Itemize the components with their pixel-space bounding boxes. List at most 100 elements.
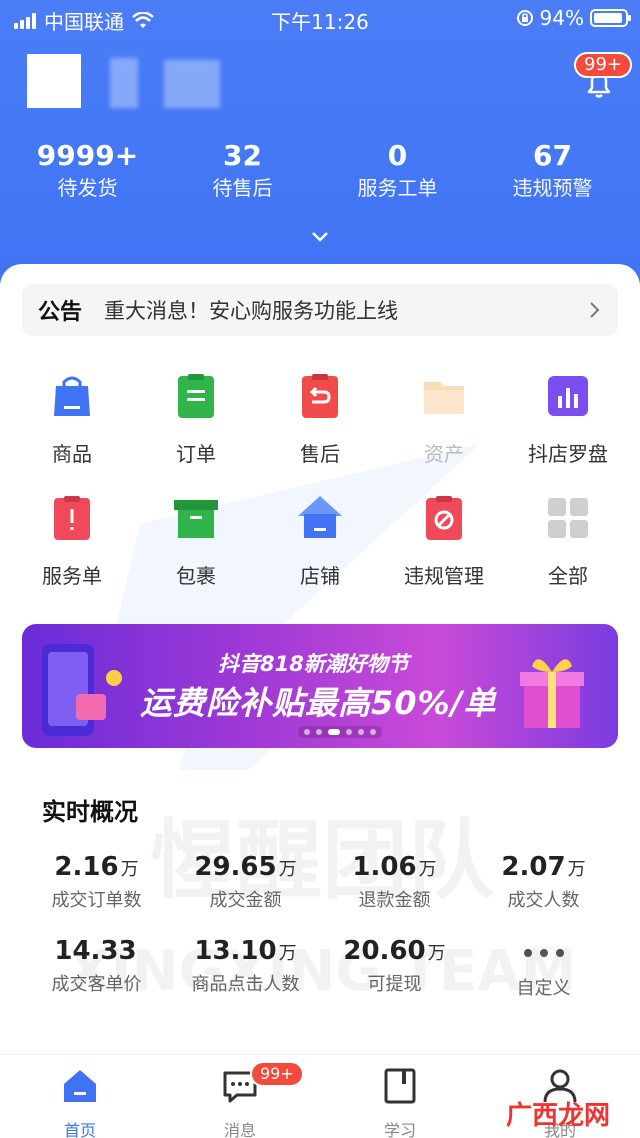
announcement-text: 重大消息！安心购服务功能上线 [104, 299, 399, 323]
metric-label: 自定义 [516, 978, 571, 999]
grid-item-service-orders[interactable]: 服务单 [10, 494, 134, 589]
chevron-down-icon[interactable] [310, 226, 330, 246]
grid-label: 商品 [52, 442, 92, 466]
metric-avg-order[interactable]: 14.33 成交客单价 [22, 936, 171, 996]
grid-label: 全部 [548, 564, 588, 588]
metric-value: 20.60 [343, 936, 426, 966]
grid-label: 违规管理 [404, 564, 484, 588]
battery-icon [590, 9, 631, 27]
metric-unit: 万 [278, 859, 297, 880]
tab-learn[interactable]: 学习 [320, 1055, 480, 1138]
metric-label: 退款金额 [358, 890, 431, 911]
grid-item-goods[interactable]: 商品 [10, 372, 134, 467]
metric-gmv[interactable]: 29.65 万 成交金额 [171, 852, 320, 912]
box-icon [174, 500, 218, 538]
status-bar: 中国联通 下午11:26 94% [0, 0, 640, 36]
grid-item-aftersale[interactable]: 售后 [258, 372, 382, 467]
tab-label: 学习 [383, 1121, 416, 1138]
clipboard-icon [178, 374, 214, 418]
store-icon [298, 496, 342, 538]
metric-withdrawable[interactable]: 20.60 万 可提现 [320, 936, 469, 996]
grid-item-violations[interactable]: 违规管理 [382, 494, 506, 589]
stat-value: 0 [387, 139, 408, 172]
metric-buyers[interactable]: 2.07 万 成交人数 [469, 852, 618, 912]
bottom-tab-bar: 首页 消息 99+ 学习 我的 广西龙网 [0, 1054, 640, 1138]
grid-label: 订单 [176, 442, 216, 466]
metric-label: 成交金额 [209, 890, 282, 911]
book-icon [384, 1068, 416, 1104]
tab-label: 首页 [63, 1121, 96, 1138]
metric-unit: 万 [418, 859, 437, 880]
grid-label: 售后 [300, 442, 340, 466]
site-watermark: 广西龙网 [505, 1101, 610, 1131]
metric-label: 成交客单价 [51, 974, 142, 995]
metric-label: 可提现 [367, 974, 422, 995]
stat-value: 32 [223, 139, 262, 172]
message-badge: 99+ [250, 1061, 304, 1087]
metric-label: 成交人数 [507, 890, 580, 911]
carousel-dots [298, 726, 382, 738]
stat-label: 待发货 [57, 176, 118, 200]
metric-unit: 万 [567, 859, 586, 880]
grid-label: 资产 [424, 442, 464, 466]
metric-value: 13.10 [194, 936, 277, 966]
stat-violation-warning[interactable]: 67 违规预警 [475, 138, 630, 202]
main-panel: 公告 重大消息！安心购服务功能上线 商品 订单 售后 资产 抖店罗盘 服务单 包… [0, 264, 640, 1054]
metric-clicks[interactable]: 13.10 万 商品点击人数 [171, 936, 320, 996]
banner-subtitle: 抖音818新潮好物节 [218, 652, 409, 676]
metric-customize[interactable]: 自定义 [469, 936, 618, 1000]
metric-refund[interactable]: 1.06 万 退款金额 [320, 852, 469, 912]
metric-value: 29.65 [194, 852, 277, 882]
home-icon [64, 1070, 96, 1102]
grid-item-packages[interactable]: 包裹 [134, 494, 258, 589]
metric-label: 商品点击人数 [191, 974, 300, 995]
tab-home[interactable]: 首页 [0, 1055, 160, 1138]
metric-order-count[interactable]: 2.16 万 成交订单数 [22, 852, 171, 912]
rotation-lock-icon [516, 10, 533, 26]
stat-service-tickets[interactable]: 0 服务工单 [320, 138, 475, 202]
gift-box-icon [520, 659, 584, 728]
metric-unit: 万 [120, 859, 139, 880]
grid-item-store[interactable]: 店铺 [258, 494, 382, 589]
ban-icon [426, 496, 462, 540]
grid-item-assets[interactable]: 资产 [382, 372, 506, 467]
announcement-bar[interactable]: 公告 重大消息！安心购服务功能上线 [22, 284, 618, 336]
notification-badge: 99+ [574, 52, 632, 78]
tab-label: 消息 [223, 1121, 256, 1138]
more-dots-icon [469, 936, 618, 970]
avatar[interactable] [27, 54, 81, 108]
metric-value: 1.06 [352, 852, 417, 882]
alert-doc-icon [54, 496, 90, 540]
metric-value: 14.33 [54, 936, 137, 966]
grid-label: 服务单 [42, 564, 102, 588]
announcement-tag: 公告 [38, 300, 83, 325]
stat-pending-shipment[interactable]: 9999+ 待发货 [10, 138, 165, 202]
tab-messages[interactable]: 消息 99+ [160, 1055, 320, 1138]
stat-pending-aftersale[interactable]: 32 待售后 [165, 138, 320, 202]
grid-label: 包裹 [176, 564, 216, 588]
stat-value: 67 [533, 139, 572, 172]
metric-unit: 万 [427, 943, 446, 964]
metric-value: 2.16 [54, 852, 119, 882]
grid-item-compass[interactable]: 抖店罗盘 [506, 372, 630, 467]
chart-icon [548, 376, 588, 416]
grid-item-orders[interactable]: 订单 [134, 372, 258, 467]
banner-title: 运费险补贴最高50%/单 [140, 684, 497, 722]
grid-item-all[interactable]: 全部 [506, 494, 630, 589]
overview-title: 实时概况 [42, 798, 138, 826]
stat-label: 待售后 [212, 176, 273, 200]
blurred-shop-name [110, 58, 138, 108]
bag-icon [54, 376, 90, 416]
blurred-shop-name [164, 60, 220, 108]
folder-icon [424, 382, 464, 414]
stat-label: 违规预警 [512, 176, 593, 200]
battery-percent: 94% [539, 6, 584, 30]
return-icon [302, 374, 338, 418]
metric-value: 2.07 [501, 852, 566, 882]
stats-row: 9999+ 待发货 32 待售后 0 服务工单 67 违规预警 [0, 138, 640, 202]
stat-label: 服务工单 [357, 176, 438, 200]
promo-banner[interactable]: 抖音818新潮好物节 运费险补贴最高50%/单 [22, 624, 618, 748]
chevron-right-icon [590, 302, 600, 318]
realtime-overview-card: 实时概况 2.16 万 成交订单数 29.65 万 成交金额 1.06 万 退款金额 … [22, 770, 618, 1040]
phone-illustration-icon [42, 644, 122, 736]
